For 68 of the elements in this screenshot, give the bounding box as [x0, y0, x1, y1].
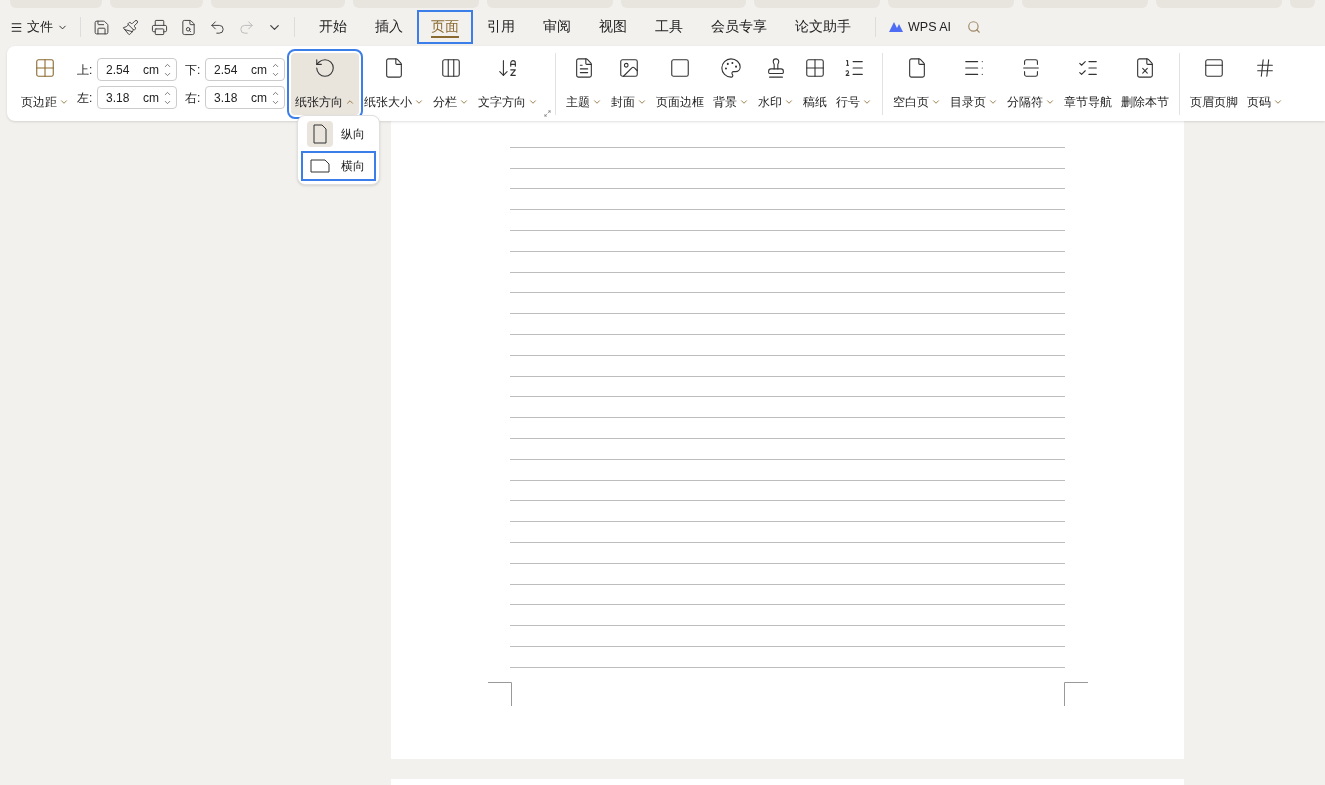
brush-icon[interactable]: [122, 18, 139, 36]
page-icon: [383, 56, 405, 79]
watermark-icon: [765, 56, 787, 79]
header-icon: [1203, 56, 1225, 79]
ribbon-button[interactable]: 稿纸: [799, 52, 831, 115]
break-icon: [1020, 56, 1042, 79]
ribbon-button[interactable]: 空白页: [889, 52, 945, 115]
margin-input[interactable]: 3.18 cm: [97, 86, 177, 109]
menu-tab[interactable]: 审阅: [531, 12, 583, 42]
border-icon: [669, 56, 691, 79]
ribbon-button[interactable]: 页边距: [21, 52, 69, 115]
ribbon-button[interactable]: 水印: [754, 52, 798, 115]
print-icon[interactable]: [151, 18, 168, 36]
margin-label: 左:: [77, 89, 93, 107]
margin-label: 右:: [185, 89, 201, 107]
margin-input[interactable]: 3.18 cm: [205, 86, 285, 109]
rotate-page-icon: [314, 56, 336, 79]
ribbon-button[interactable]: 章节导航: [1060, 52, 1116, 115]
margin-input[interactable]: 2.54 cm: [97, 58, 177, 81]
ribbon-button[interactable]: 页码: [1243, 52, 1287, 115]
menu-icon: [10, 20, 23, 34]
page-number-icon: [1254, 56, 1276, 79]
ribbon-button[interactable]: 分栏: [429, 52, 473, 115]
columns-icon: [440, 56, 462, 79]
undo-icon[interactable]: [209, 18, 226, 36]
margins-icon: [34, 56, 56, 79]
corner-mark-icon: [487, 681, 512, 706]
ribbon-button[interactable]: 分隔符: [1003, 52, 1059, 115]
menu-tab[interactable]: 会员专享: [699, 12, 779, 42]
ribbon-button[interactable]: 文字方向: [474, 52, 542, 115]
menu-tab[interactable]: 视图: [587, 12, 639, 42]
ribbon-button[interactable]: 主题: [562, 52, 606, 115]
save-icon[interactable]: [93, 18, 110, 36]
logo-icon: [888, 21, 904, 33]
search-icon[interactable]: [967, 20, 982, 34]
redo-icon[interactable]: [238, 18, 255, 36]
ribbon-button[interactable]: 背景: [709, 52, 753, 115]
ribbon-button[interactable]: 封面: [607, 52, 651, 115]
menu-tab[interactable]: 工具: [643, 12, 695, 42]
margin-label: 下:: [185, 61, 201, 79]
orientation-option[interactable]: 横向: [303, 153, 374, 179]
orientation-option[interactable]: 纵向: [303, 121, 374, 147]
expand-icon[interactable]: [544, 110, 551, 117]
theme-icon: [573, 56, 595, 79]
landscape-page-icon: [310, 159, 330, 173]
corner-mark-icon: [1063, 681, 1088, 706]
background-icon: [720, 56, 742, 79]
grid-icon: [804, 56, 826, 79]
margin-input[interactable]: 2.54 cm: [205, 58, 285, 81]
menu-tab[interactable]: 论文助手: [783, 12, 863, 42]
ribbon-button[interactable]: 目录页: [946, 52, 1002, 115]
delete-page-icon: [1134, 56, 1156, 79]
ribbon-button[interactable]: 纸张大小: [360, 52, 428, 115]
margin-label: 上:: [77, 61, 93, 79]
ribbon-button[interactable]: 行号: [832, 52, 876, 115]
blank-page-icon: [906, 56, 928, 79]
ribbon-button[interactable]: 删除本节: [1117, 52, 1173, 115]
menu-tab[interactable]: 引用: [475, 12, 527, 42]
portrait-page-icon: [313, 124, 327, 144]
picture-icon: [618, 56, 640, 79]
ribbon-button[interactable]: 页面边框: [652, 52, 708, 115]
file-menu[interactable]: 文件: [10, 17, 68, 37]
print-preview-icon[interactable]: [180, 18, 197, 36]
menu-tab[interactable]: 插入: [363, 12, 415, 42]
menu-tab[interactable]: 开始: [307, 12, 359, 42]
ribbon-button[interactable]: 页眉页脚: [1186, 52, 1242, 115]
menu-tab[interactable]: 页面: [419, 12, 471, 42]
ai-button[interactable]: WPS AI: [888, 17, 952, 37]
